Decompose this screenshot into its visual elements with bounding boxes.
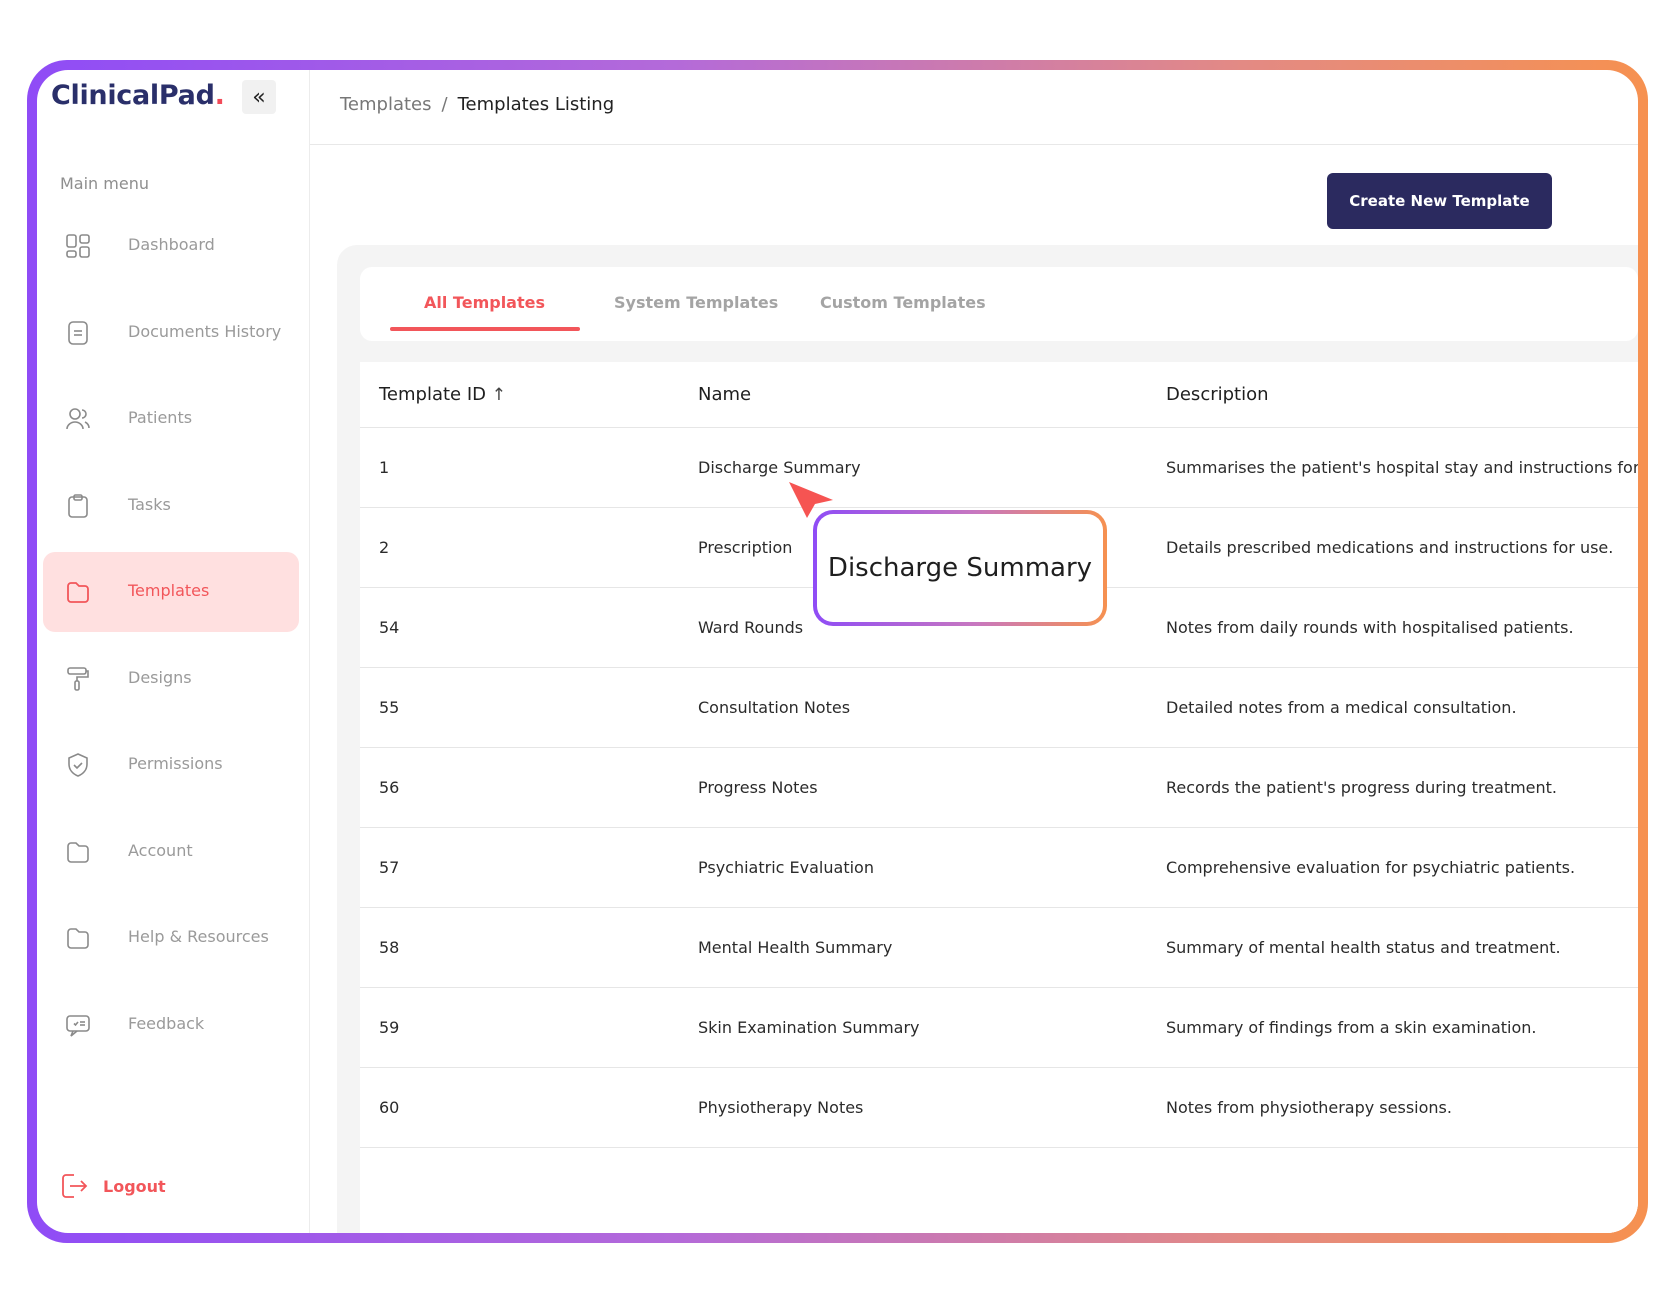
name-tooltip: Discharge Summary (813, 510, 1107, 626)
tab-custom-templates[interactable]: Custom Templates (820, 293, 986, 312)
sidebar-item-label: Tasks (128, 494, 171, 514)
breadcrumb-separator: / (441, 94, 448, 115)
cell-description: Summary of mental health status and trea… (1166, 938, 1561, 957)
collapse-sidebar-button[interactable]: « (242, 80, 276, 114)
brand-logo[interactable]: ClinicalPad. (51, 80, 225, 111)
active-tab-indicator (390, 327, 580, 331)
tooltip-text: Discharge Summary (817, 514, 1103, 622)
create-new-template-button[interactable]: Create New Template (1327, 173, 1552, 229)
folder-icon (67, 582, 89, 603)
column-header-template-id[interactable]: Template ID ↑ (379, 384, 506, 405)
column-header-description[interactable]: Description (1166, 384, 1269, 405)
template-tabs: All Templates System Templates Custom Te… (360, 267, 1638, 341)
cell-id: 1 (379, 458, 390, 477)
cell-name: Prescription (698, 538, 793, 557)
table-row[interactable]: 57 Psychiatric Evaluation Comprehensive ev… (360, 828, 1638, 908)
cell-name: Progress Notes (698, 778, 818, 797)
cell-id: 58 (379, 938, 400, 957)
table-row[interactable]: 60 Physiotherapy Notes Notes from physioth… (360, 1068, 1638, 1148)
app-window: ClinicalPad. « Main menu Dashboard Docum… (37, 70, 1638, 1233)
cell-id: 56 (379, 778, 400, 797)
sidebar-item-label: Feedback (128, 1013, 205, 1033)
logout-label: Logout (103, 1176, 166, 1196)
table-header: Template ID ↑ Name Description (360, 362, 1638, 428)
sidebar-item-label: Designs (128, 667, 192, 687)
cell-name: Consultation Notes (698, 698, 851, 717)
column-header-name[interactable]: Name (698, 384, 751, 405)
sidebar-item-label: Account (128, 840, 193, 860)
cell-id: 60 (379, 1098, 400, 1117)
cell-id: 59 (379, 1018, 400, 1037)
table-row[interactable]: 56 Progress Notes Records the patient's pr… (360, 748, 1638, 828)
cell-description: Details prescribed medications and instr… (1166, 538, 1614, 557)
sidebar-item-documents-history[interactable]: Documents History (43, 293, 299, 373)
cell-name: Psychiatric Evaluation (698, 858, 874, 877)
users-icon (66, 408, 90, 430)
sidebar: ClinicalPad. « Main menu Dashboard Docum… (37, 70, 310, 1233)
logout-button[interactable]: Logout (59, 1171, 166, 1201)
main-nav: Dashboard Documents History Patients Tas… (43, 206, 299, 1071)
table-row[interactable]: 59 Skin Examination Summary Summary of fin… (360, 988, 1638, 1068)
tab-system-templates[interactable]: System Templates (614, 293, 778, 312)
paint-roller-icon (67, 666, 89, 691)
sidebar-item-designs[interactable]: Designs (43, 639, 299, 719)
clipboard-icon (68, 493, 88, 518)
sidebar-item-label: Permissions (128, 754, 223, 773)
folder-icon (67, 928, 89, 949)
document-icon (68, 320, 88, 345)
cell-id: 54 (379, 618, 400, 637)
breadcrumb: Templates / Templates Listing (340, 94, 614, 115)
sidebar-item-tasks[interactable]: Tasks (43, 466, 299, 546)
cell-id: 2 (379, 538, 390, 557)
templates-table: Template ID ↑ Name Description 1 Discharg… (360, 362, 1638, 1233)
sort-ascending-icon[interactable]: ↑ (492, 385, 506, 405)
sidebar-item-label: Patients (128, 408, 193, 427)
shield-icon (68, 753, 88, 777)
table-row[interactable]: 1 Discharge Summary Summarises the patient… (360, 428, 1638, 508)
breadcrumb-parent[interactable]: Templates (340, 94, 432, 115)
sidebar-item-label: Templates (128, 581, 210, 600)
cell-description: Comprehensive evaluation for psychiatric… (1166, 858, 1576, 877)
cell-name: Physiotherapy Notes (698, 1098, 864, 1117)
sidebar-item-account[interactable]: Account (43, 812, 299, 892)
chat-icon (66, 1014, 90, 1037)
table-row[interactable]: 55 Consultation Notes Detailed notes from … (360, 668, 1638, 748)
cell-name: Ward Rounds (698, 618, 804, 637)
cell-description: Summary of findings from a skin examinat… (1166, 1018, 1537, 1037)
tab-all-templates[interactable]: All Templates (424, 293, 545, 312)
cell-name: Mental Health Summary (698, 938, 893, 957)
app-frame: ClinicalPad. « Main menu Dashboard Docum… (27, 60, 1648, 1243)
folder-icon (67, 841, 89, 863)
breadcrumb-current: Templates Listing (457, 94, 615, 115)
cell-description: Notes from physiotherapy sessions. (1166, 1098, 1452, 1117)
sidebar-item-label: Help & Resources (128, 927, 269, 946)
sidebar-item-dashboard[interactable]: Dashboard (43, 206, 299, 286)
cell-description: Records the patient's progress during tr… (1166, 778, 1558, 797)
sidebar-item-feedback[interactable]: Feedback (43, 985, 299, 1065)
sidebar-item-permissions[interactable]: Permissions (43, 725, 299, 805)
sidebar-item-templates[interactable]: Templates (43, 552, 299, 632)
cell-name: Discharge Summary (698, 458, 861, 477)
sidebar-item-label: Dashboard (128, 235, 215, 254)
cell-id: 57 (379, 858, 400, 877)
sidebar-item-label: Documents History (128, 321, 282, 341)
cell-description: Summarises the patient's hospital stay a… (1166, 458, 1638, 477)
sidebar-item-patients[interactable]: Patients (43, 379, 299, 459)
sidebar-item-help-resources[interactable]: Help & Resources (43, 898, 299, 978)
cell-name: Skin Examination Summary (698, 1018, 920, 1037)
cell-id: 55 (379, 698, 400, 717)
table-row[interactable]: 58 Mental Health Summary Summary of mental… (360, 908, 1638, 988)
logout-icon (62, 1174, 88, 1198)
cell-description: Notes from daily rounds with hospitalise… (1166, 618, 1574, 637)
top-header: Templates / Templates Listing (310, 70, 1638, 145)
cell-description: Detailed notes from a medical consultati… (1166, 698, 1517, 717)
menu-section-title: Main menu (60, 174, 149, 193)
double-chevron-left-icon: « (252, 84, 266, 110)
grid-icon (66, 234, 90, 258)
